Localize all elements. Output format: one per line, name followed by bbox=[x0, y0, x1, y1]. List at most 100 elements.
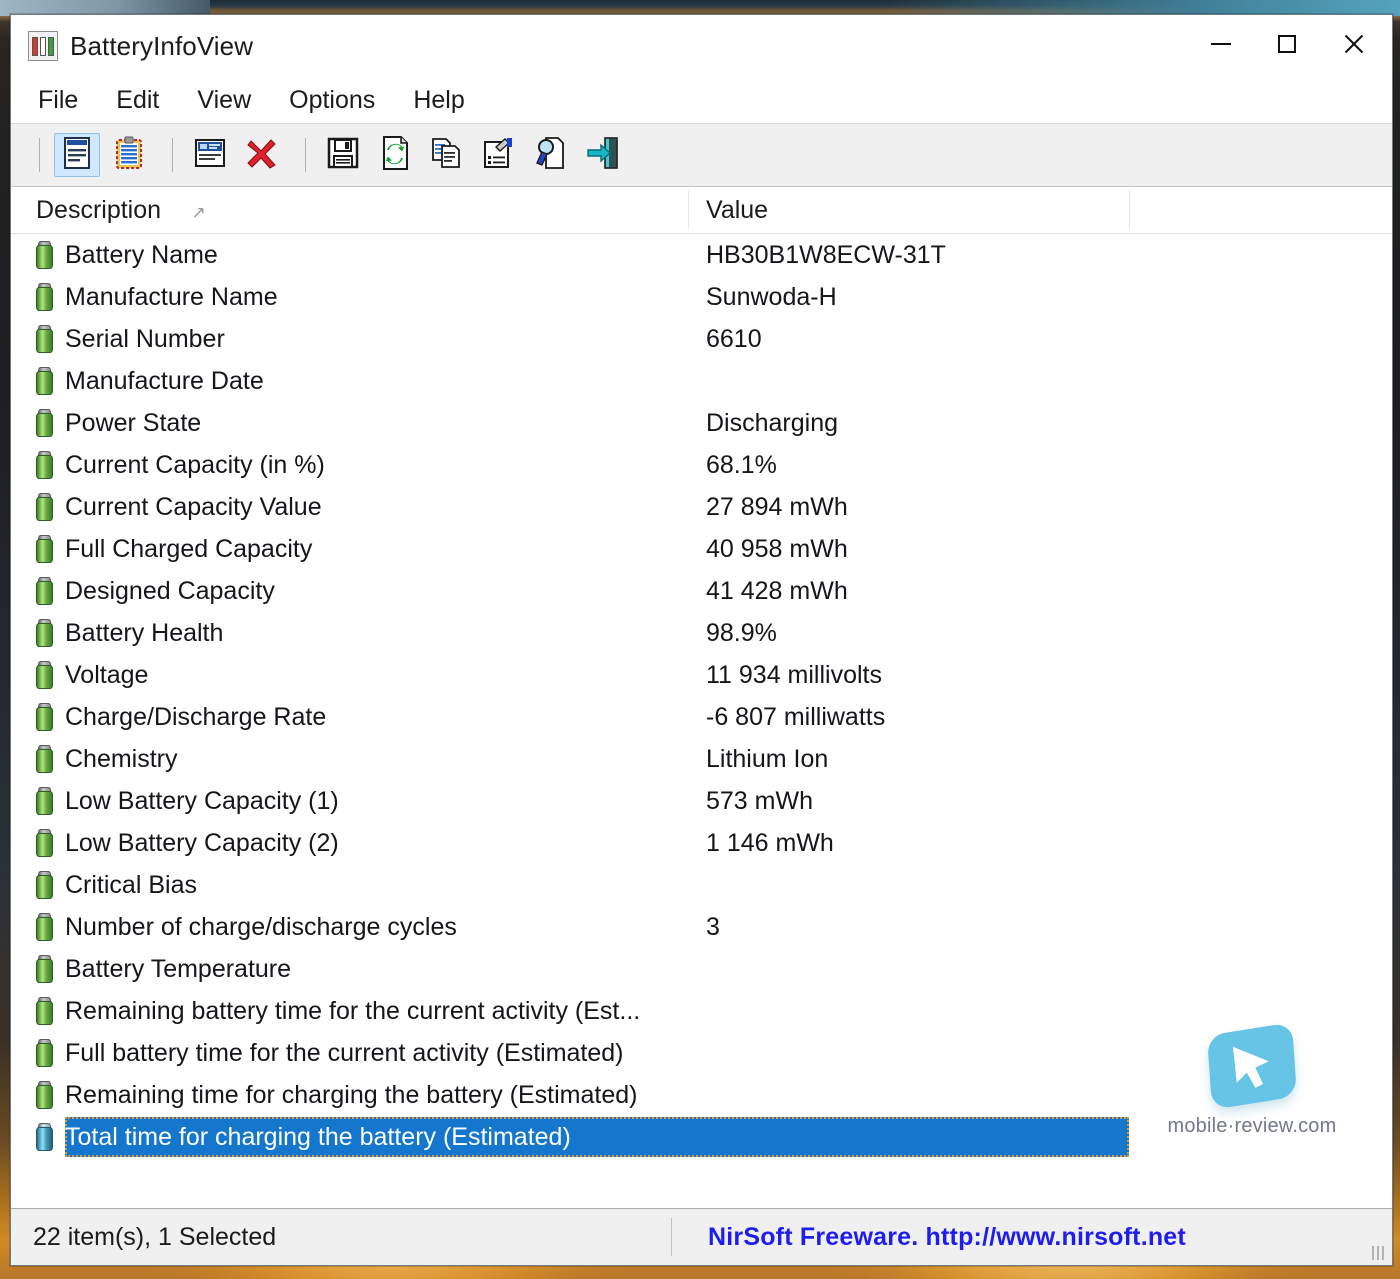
minimize-button[interactable] bbox=[1188, 21, 1254, 67]
table-row[interactable]: Remaining time for charging the battery … bbox=[11, 1074, 1392, 1116]
row-value-cell: 98.9% bbox=[688, 619, 1129, 648]
table-row[interactable]: Current Capacity (in %) 68.1% bbox=[11, 444, 1392, 486]
table-row[interactable]: Full battery time for the current activi… bbox=[11, 1032, 1392, 1074]
table-row[interactable]: Battery Name HB30B1W8ECW-31T bbox=[11, 234, 1392, 276]
column-header-description[interactable]: Description ↗ bbox=[11, 196, 688, 225]
properties-window-button[interactable] bbox=[187, 133, 233, 177]
row-value-text: Discharging bbox=[706, 408, 839, 437]
close-icon bbox=[1342, 33, 1364, 55]
battery-icon bbox=[36, 955, 53, 983]
table-row[interactable]: Total time for charging the battery (Est… bbox=[11, 1116, 1392, 1158]
exit-door-icon bbox=[587, 136, 619, 174]
table-row[interactable]: Low Battery Capacity (1) 573 mWh bbox=[11, 780, 1392, 822]
properties-window-icon bbox=[194, 138, 226, 173]
row-description-cell: Current Capacity Value bbox=[11, 493, 688, 522]
refresh-button[interactable] bbox=[372, 133, 418, 177]
floppy-disk-icon bbox=[327, 137, 359, 174]
row-description-label: Low Battery Capacity (1) bbox=[65, 786, 339, 815]
row-description-label: Serial Number bbox=[65, 324, 225, 353]
menu-bar: File Edit View Options Help bbox=[11, 77, 1392, 124]
row-description-label: Total time for charging the battery (Est… bbox=[65, 1122, 571, 1151]
red-x-icon bbox=[246, 137, 278, 174]
html-report-button[interactable] bbox=[528, 133, 574, 177]
maximize-button[interactable] bbox=[1254, 21, 1320, 67]
table-row[interactable]: Low Battery Capacity (2) 1 146 mWh bbox=[11, 822, 1392, 864]
row-description-cell: Manufacture Date bbox=[11, 367, 688, 396]
clipboard-icon bbox=[114, 136, 144, 175]
row-description-label: Current Capacity Value bbox=[65, 492, 322, 521]
battery-icon bbox=[36, 325, 53, 353]
table-row[interactable]: Remaining battery time for the current a… bbox=[11, 990, 1392, 1032]
menu-options[interactable]: Options bbox=[289, 86, 375, 115]
row-description-label: Manufacture Date bbox=[65, 366, 264, 395]
row-value-text: -6 807 milliwatts bbox=[706, 702, 886, 731]
row-description-label: Full Charged Capacity bbox=[65, 534, 313, 563]
table-row[interactable]: Number of charge/discharge cycles 3 bbox=[11, 906, 1392, 948]
row-description-label: Designed Capacity bbox=[65, 576, 275, 605]
menu-view[interactable]: View bbox=[197, 86, 251, 115]
menu-file[interactable]: File bbox=[38, 86, 78, 115]
row-value-cell: Discharging bbox=[688, 409, 1129, 438]
battery-info-list[interactable]: Description ↗ Value Battery Name HB30B1W8… bbox=[11, 187, 1392, 1208]
title-bar: BatteryInfoView bbox=[11, 15, 1392, 77]
table-row[interactable]: Battery Temperature bbox=[11, 948, 1392, 990]
maximize-icon bbox=[1278, 35, 1296, 53]
table-row[interactable]: Power State Discharging bbox=[11, 402, 1392, 444]
column-divider-2[interactable] bbox=[1129, 191, 1130, 229]
list-rows: Battery Name HB30B1W8ECW-31T Manufacture N… bbox=[11, 234, 1392, 1158]
row-description-cell: Total time for charging the battery (Est… bbox=[11, 1123, 688, 1152]
row-description-cell: Voltage bbox=[11, 661, 688, 690]
show-battery-info-button[interactable] bbox=[54, 133, 100, 177]
row-description-label: Critical Bias bbox=[65, 870, 197, 899]
column-divider-1[interactable] bbox=[688, 191, 689, 229]
row-value-cell: HB30B1W8ECW-31T bbox=[688, 241, 1129, 270]
row-description-cell: Current Capacity (in %) bbox=[11, 451, 688, 480]
table-row[interactable]: Designed Capacity 41 428 mWh bbox=[11, 570, 1392, 612]
row-value-cell: 27 894 mWh bbox=[688, 493, 1129, 522]
row-value-text: 41 428 mWh bbox=[706, 576, 848, 605]
column-header-description-label: Description bbox=[36, 195, 162, 224]
row-value-text: 27 894 mWh bbox=[706, 492, 848, 521]
table-row[interactable]: Charge/Discharge Rate -6 807 milliwatts bbox=[11, 696, 1392, 738]
properties-button[interactable] bbox=[476, 133, 522, 177]
battery-icon bbox=[36, 913, 53, 941]
row-value-cell: 3 bbox=[688, 913, 1129, 942]
battery-icon bbox=[36, 997, 53, 1025]
menu-edit[interactable]: Edit bbox=[116, 86, 159, 115]
exit-button[interactable] bbox=[580, 133, 626, 177]
row-value-text: 1 146 mWh bbox=[706, 828, 834, 857]
resize-grip-icon[interactable] bbox=[1372, 1246, 1386, 1260]
battery-info-window: BatteryInfoView File Edit View Options H… bbox=[10, 14, 1393, 1266]
table-row[interactable]: Serial Number 6610 bbox=[11, 318, 1392, 360]
battery-icon bbox=[36, 283, 53, 311]
column-header-value-label: Value bbox=[706, 195, 769, 224]
row-value-cell: 40 958 mWh bbox=[688, 535, 1129, 564]
save-button[interactable] bbox=[320, 133, 366, 177]
status-item-count: 22 item(s), 1 Selected bbox=[33, 1222, 277, 1251]
table-row[interactable]: Voltage 11 934 millivolts bbox=[11, 654, 1392, 696]
close-button[interactable] bbox=[1320, 21, 1386, 67]
row-description-cell: Remaining time for charging the battery … bbox=[11, 1081, 688, 1110]
table-row[interactable]: Battery Health 98.9% bbox=[11, 612, 1392, 654]
battery-icon bbox=[36, 241, 53, 269]
copy-documents-icon bbox=[431, 137, 463, 174]
nirsoft-link[interactable]: NirSoft Freeware. http://www.nirsoft.net bbox=[672, 1223, 1186, 1252]
row-description-cell: Low Battery Capacity (1) bbox=[11, 787, 688, 816]
table-row[interactable]: Manufacture Name Sunwoda-H bbox=[11, 276, 1392, 318]
battery-icon bbox=[36, 493, 53, 521]
row-description-label: Battery Temperature bbox=[65, 954, 292, 983]
battery-icon bbox=[36, 577, 53, 605]
table-row[interactable]: Full Charged Capacity 40 958 mWh bbox=[11, 528, 1392, 570]
row-value-text: 11 934 millivolts bbox=[706, 660, 883, 689]
table-row[interactable]: Manufacture Date bbox=[11, 360, 1392, 402]
table-row[interactable]: Critical Bias bbox=[11, 864, 1392, 906]
menu-help[interactable]: Help bbox=[413, 86, 464, 115]
clear-log-button[interactable] bbox=[239, 133, 285, 177]
battery-icon bbox=[36, 703, 53, 731]
table-row[interactable]: Chemistry Lithium Ion bbox=[11, 738, 1392, 780]
copy-selected-button[interactable] bbox=[424, 133, 470, 177]
column-header-value[interactable]: Value bbox=[688, 196, 1129, 225]
table-row[interactable]: Current Capacity Value 27 894 mWh bbox=[11, 486, 1392, 528]
copy-to-clipboard-button[interactable] bbox=[106, 133, 152, 177]
row-description-cell: Remaining battery time for the current a… bbox=[11, 997, 688, 1026]
